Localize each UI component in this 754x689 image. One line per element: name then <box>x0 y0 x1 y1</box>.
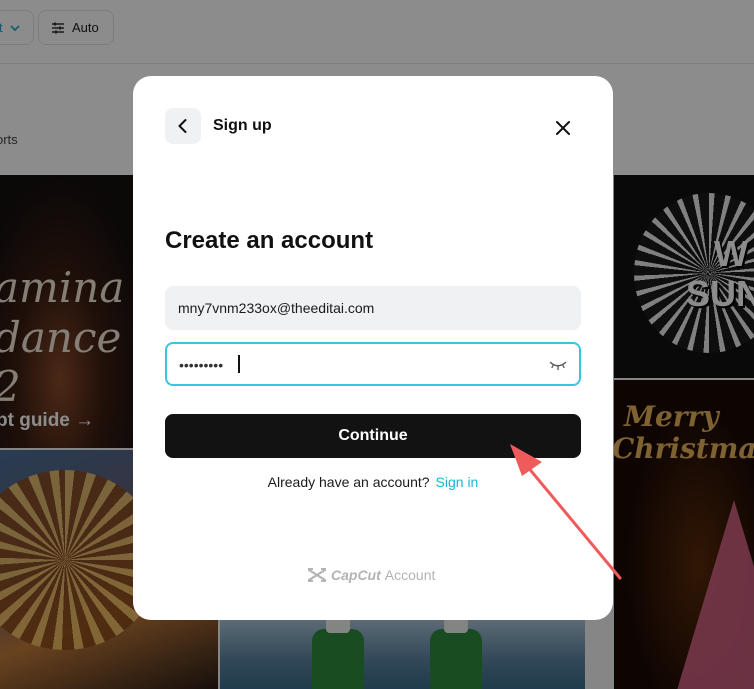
brand-name: CapCut <box>331 567 381 583</box>
text-caret <box>238 355 240 373</box>
email-field-container <box>165 286 581 330</box>
password-field[interactable]: ••••••••• <box>165 342 581 386</box>
close-icon <box>556 121 570 135</box>
chevron-left-icon <box>178 119 187 133</box>
eye-closed-icon <box>549 361 567 371</box>
password-visibility-toggle[interactable] <box>547 355 569 375</box>
capcut-logo-icon <box>307 568 327 582</box>
back-button[interactable] <box>165 108 201 144</box>
signup-modal: Sign up Create an account ••••••••• Cont… <box>133 76 613 620</box>
signin-link[interactable]: Sign in <box>436 474 479 490</box>
password-mask: ••••••••• <box>179 357 224 373</box>
email-field[interactable] <box>165 286 581 330</box>
signin-row: Already have an account? Sign in <box>165 474 581 490</box>
close-button[interactable] <box>551 116 575 140</box>
modal-header-title: Sign up <box>213 117 272 134</box>
brand-footer: CapCut Account <box>307 567 435 583</box>
signin-prompt: Already have an account? <box>267 474 430 490</box>
brand-suffix: Account <box>384 567 436 583</box>
continue-button[interactable]: Continue <box>165 414 581 458</box>
page-title: Create an account <box>165 227 374 254</box>
